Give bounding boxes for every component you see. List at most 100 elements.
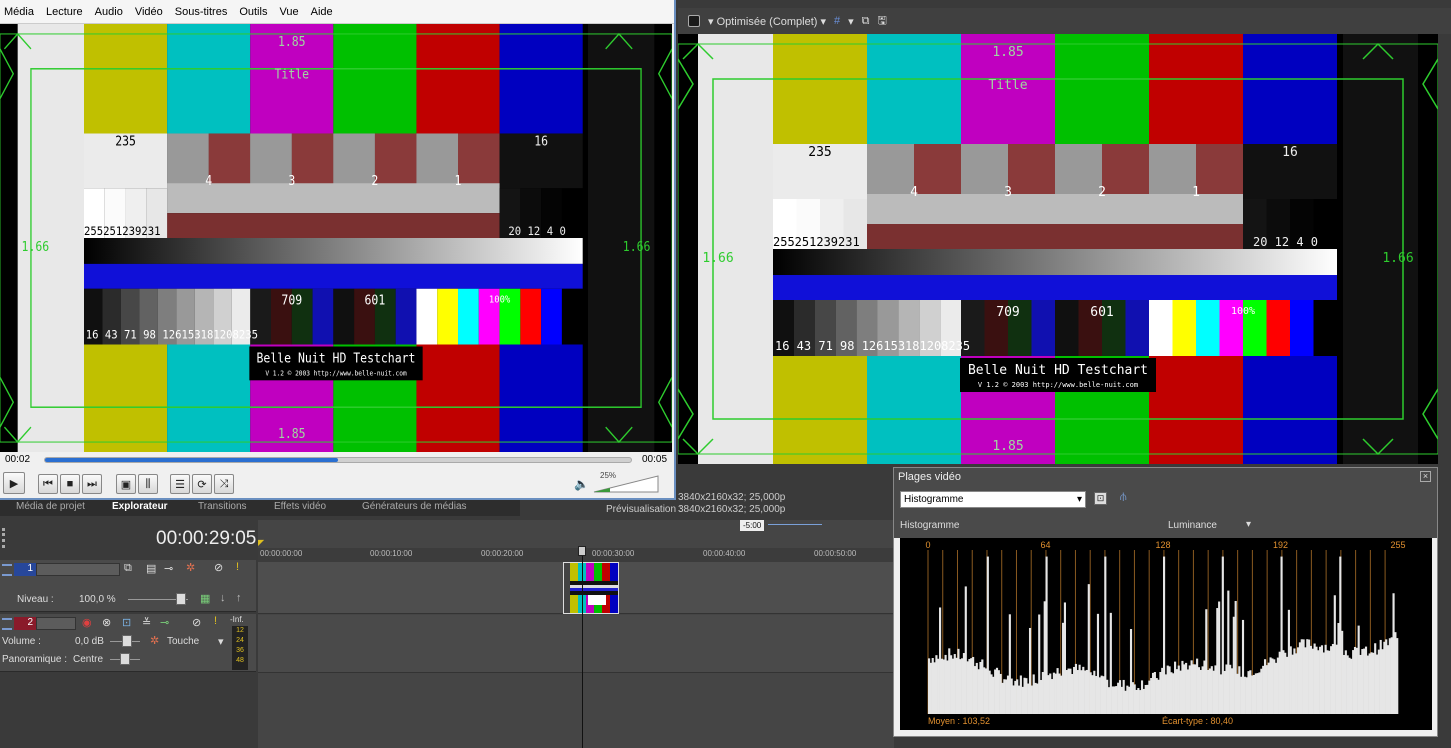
mute-icon[interactable]: ⊘ — [214, 561, 223, 574]
composite-icon[interactable]: ▦ — [200, 592, 210, 605]
playlist-button[interactable]: ☰ — [170, 474, 190, 494]
save-snapshot-icon[interactable]: 🖫 — [878, 12, 887, 31]
tab-explorer[interactable]: Explorateur — [112, 501, 168, 512]
invert-phase-icon[interactable]: ⊗ — [102, 616, 111, 629]
audio-track-lane[interactable] — [258, 615, 894, 673]
menu-outils[interactable]: Outils — [239, 6, 267, 18]
preview-mode-icon[interactable] — [688, 15, 700, 27]
menu-media[interactable]: Média — [4, 6, 34, 18]
down-arrow-icon[interactable]: ↓ — [220, 592, 226, 604]
region-start-icon[interactable]: ◤ — [258, 538, 264, 547]
stop-button[interactable]: ■ — [60, 474, 80, 494]
tab-project-media[interactable]: Média de projet — [16, 501, 85, 512]
clip-thumbnail — [570, 563, 618, 613]
menu-video[interactable]: Vidéo — [135, 6, 163, 18]
pan-slider-thumb[interactable] — [120, 653, 130, 665]
histogram-bar — [1005, 679, 1008, 714]
tab-video-fx[interactable]: Effets vidéo — [274, 501, 326, 512]
play-button[interactable]: ▶ — [3, 472, 25, 494]
histogram-bar — [1076, 670, 1079, 714]
quality-dropdown[interactable]: ▾ Optimisée (Complet) ▾ — [708, 15, 826, 28]
histogram-bar — [986, 556, 989, 714]
resolution-4: 4 — [205, 174, 212, 189]
histogram-bar — [1058, 673, 1061, 714]
fullscreen-button[interactable]: ▣ — [116, 474, 136, 494]
menu-vue[interactable]: Vue — [279, 6, 298, 18]
menu-audio[interactable]: Audio — [95, 6, 123, 18]
grid-icon[interactable]: # — [834, 15, 840, 27]
histogram-bar — [1106, 679, 1109, 714]
channel-dropdown[interactable]: Luminance — [1168, 520, 1217, 531]
fx-icon[interactable]: ⊸ — [164, 562, 173, 575]
histogram-bar — [1355, 647, 1358, 714]
audio-track-header[interactable]: 2 ◉ ⊗ ⊡ ≚ ⊸ ⊘ ! -Inf. 12 24 36 48 Volume… — [0, 614, 256, 672]
histogram-settings-icon[interactable]: ⫛ — [1120, 491, 1127, 504]
histogram-bar — [1353, 646, 1357, 714]
scope-type-select[interactable]: Histogramme ▾ — [900, 491, 1086, 508]
level-slider-thumb[interactable] — [176, 593, 186, 605]
up-arrow-icon[interactable]: ↑ — [236, 592, 242, 604]
loop-button[interactable]: ⟳ — [192, 474, 212, 494]
white-side-strip — [698, 34, 773, 464]
track-fx-icon[interactable]: ⊡ — [122, 616, 131, 629]
resolution-patch — [208, 133, 251, 189]
solo-icon[interactable]: ! — [214, 615, 217, 627]
volume-slider-thumb[interactable] — [122, 635, 132, 647]
menu-aide[interactable]: Aide — [311, 6, 333, 18]
envelope-icon[interactable]: ⊸ — [160, 616, 169, 629]
settings-gear-icon[interactable]: ✲ — [186, 561, 195, 574]
seek-bar[interactable] — [44, 457, 632, 463]
timeline[interactable]: -5:00 ◤ 00:00:00:00 00:00:10:00 00:00:20… — [258, 520, 894, 748]
menu-sous-titres[interactable]: Sous-titres — [175, 6, 228, 18]
histogram-bar — [1172, 673, 1175, 714]
motion-icon[interactable]: ⧉ — [124, 562, 132, 575]
histogram-bar — [1330, 646, 1333, 714]
solo-icon[interactable]: ! — [236, 561, 239, 573]
histogram-bar — [1230, 668, 1234, 714]
tab-media-generators[interactable]: Générateurs de médias — [362, 501, 467, 512]
previous-button[interactable]: ⏮ — [38, 474, 58, 494]
copy-snapshot-icon[interactable]: ⧉ — [862, 15, 870, 28]
mute-icon[interactable]: ⊘ — [192, 616, 201, 629]
tab-transitions[interactable]: Transitions — [198, 501, 247, 512]
automation-mode[interactable]: Touche — [167, 636, 199, 647]
volume-slider[interactable] — [592, 474, 660, 494]
histogram-bar — [1289, 646, 1292, 714]
shuffle-button[interactable]: ⤨ — [214, 474, 234, 494]
timecode-area: 00:00:29:05 — [0, 522, 258, 552]
next-button[interactable]: ⏭ — [82, 474, 102, 494]
playhead[interactable] — [582, 550, 583, 748]
grid-dropdown-icon[interactable]: ▾ — [848, 15, 854, 28]
video-track-header[interactable]: 1 ⧉ ▤ ⊸ ✲ ⊘ ! Niveau : 100,0 % ▦ ↓ ↑ — [0, 560, 256, 612]
track-collapse-icon[interactable] — [2, 618, 12, 630]
gear-icon[interactable]: ✲ — [150, 634, 159, 647]
time-ruler[interactable]: 00:00:00:00 00:00:10:00 00:00:20:00 00:0… — [258, 548, 894, 562]
vlc-video-output[interactable]: 1.85 Title 1.85 1.66 1.66 235 16 4 3 2 1 2552512392… — [0, 24, 672, 452]
histogram-bar — [1374, 643, 1377, 714]
histogram-bar — [1309, 645, 1313, 714]
close-icon[interactable]: × — [1420, 471, 1431, 482]
chevron-down-icon[interactable]: ▾ — [218, 635, 224, 648]
update-scopes-icon[interactable]: ⊡ — [1094, 492, 1107, 505]
menu-lecture[interactable]: Lecture — [46, 6, 83, 18]
playhead-handle[interactable] — [578, 546, 586, 556]
histogram-bar — [1038, 614, 1041, 714]
histogram-bar — [929, 662, 932, 714]
histogram-bar — [1014, 680, 1017, 714]
histogram-bar — [1313, 643, 1316, 714]
automation-icon[interactable]: ≚ — [142, 616, 151, 629]
loop-region-marker[interactable]: -5:00 — [740, 520, 765, 531]
track-name-field[interactable] — [36, 617, 76, 630]
speaker-icon[interactable]: 🔈 — [574, 477, 589, 491]
extended-settings-button[interactable]: ⫼ — [138, 474, 158, 494]
histogram-bar — [1111, 686, 1114, 714]
right-values: 20 12 4 0 — [508, 224, 566, 238]
track-collapse-icon[interactable] — [2, 564, 12, 576]
compositing-icon[interactable]: ▤ — [146, 562, 156, 575]
track-name-field[interactable] — [36, 563, 120, 576]
histogram-bar — [1071, 673, 1074, 714]
chevron-down-icon[interactable]: ▾ — [1246, 519, 1251, 530]
histogram-bar — [1280, 556, 1283, 714]
arm-record-icon[interactable]: ◉ — [82, 616, 92, 629]
video-clip[interactable] — [563, 562, 619, 614]
